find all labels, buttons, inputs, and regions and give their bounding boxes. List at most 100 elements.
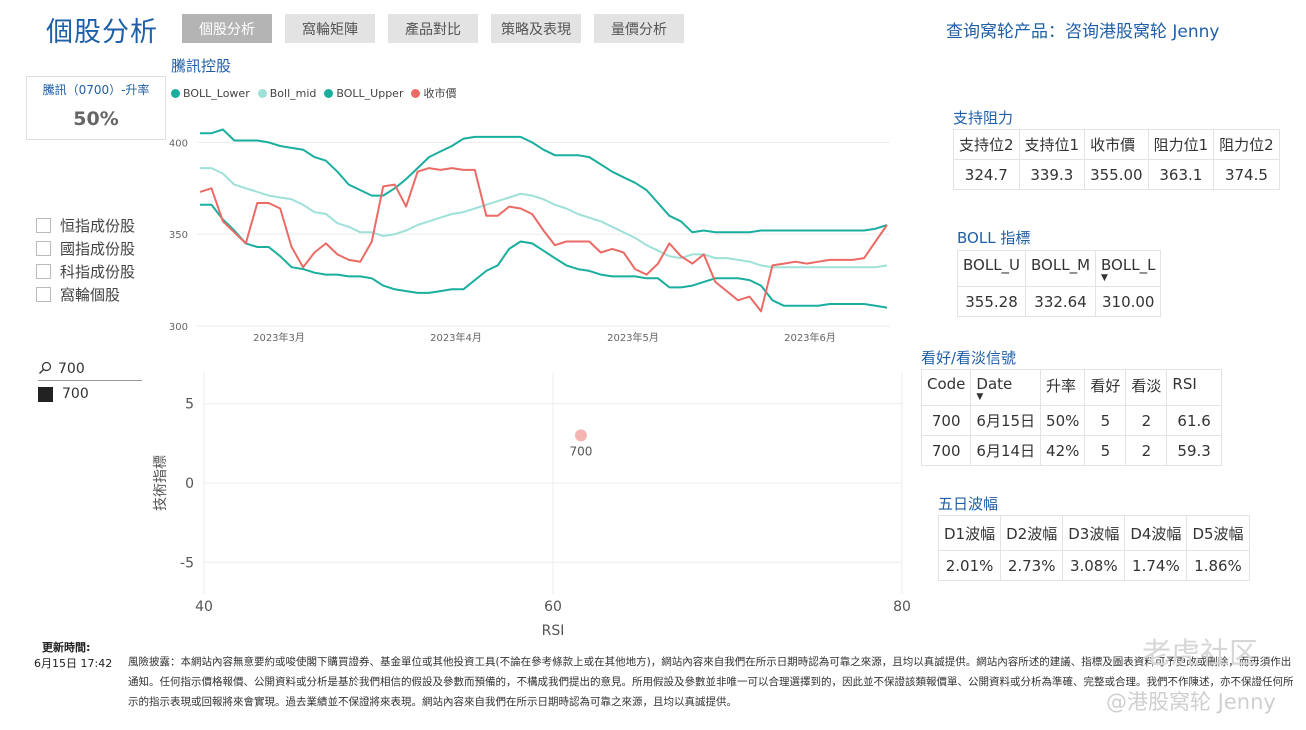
table-cell: 50% bbox=[1040, 405, 1086, 436]
legend-dot-icon bbox=[171, 88, 180, 98]
tab-warrant-matrix[interactable]: 窩輪矩陣 bbox=[285, 14, 375, 43]
support-resistance-table: 支持位2 支持位1 收市價 阻力位1 阻力位2 324.7 339.3 355.… bbox=[953, 129, 1280, 190]
tab-stock-analysis[interactable]: 個股分析 bbox=[182, 14, 272, 43]
boll-title: BOLL 指標 bbox=[957, 229, 1031, 247]
y-tick-label: 300 bbox=[169, 322, 188, 333]
table-cell: 61.6 bbox=[1166, 405, 1222, 436]
legend-label: 收市價 bbox=[423, 87, 457, 100]
table-header: Date bbox=[976, 375, 1013, 393]
table-header: BOLL_L bbox=[1101, 256, 1156, 274]
table-cell: 700 bbox=[920, 435, 972, 466]
search-input[interactable]: 700 bbox=[38, 361, 142, 381]
legend-label: BOLL_Lower bbox=[183, 86, 250, 100]
tab-strategy[interactable]: 策略及表現 bbox=[491, 14, 581, 43]
table-row: 2.01% 2.73% 3.08% 1.74% 1.86% bbox=[937, 550, 1250, 581]
legend-item[interactable]: BOLL_Upper bbox=[324, 85, 403, 101]
chart-title: 騰訊控股 bbox=[171, 57, 232, 75]
chart-legend: BOLL_Lower Boll_mid BOLL_Upper 收市價 bbox=[171, 85, 456, 101]
filter-warrant-stocks[interactable]: 窩輪個股 bbox=[36, 283, 135, 306]
signals-table: Code Date ▼ 升率 看好 看淡 RSI 700 6月15日 50% 5 … bbox=[920, 369, 1222, 466]
table-row: 700 6月15日 50% 5 2 61.6 bbox=[920, 405, 1222, 436]
table-row: 355.28 332.64 310.00 bbox=[956, 286, 1162, 317]
table-cell: 1.74% bbox=[1124, 550, 1188, 581]
table-cell: 363.1 bbox=[1147, 159, 1215, 190]
table-cell: 2.73% bbox=[1000, 550, 1064, 581]
sort-down-icon[interactable]: ▼ bbox=[976, 393, 1035, 402]
legend-label: BOLL_Upper bbox=[336, 86, 404, 100]
checkbox-icon[interactable] bbox=[36, 241, 51, 256]
update-time-value: 6月15日 17:42 bbox=[34, 657, 113, 670]
index-filter: 恒指成份股 國指成份股 科指成份股 窩輪個股 bbox=[36, 214, 135, 306]
card-value: 50% bbox=[73, 108, 119, 130]
table-cell: 5 bbox=[1084, 435, 1127, 466]
data-label: 700 bbox=[569, 444, 592, 458]
table-cell: 42% bbox=[1040, 435, 1086, 466]
x-tick-label: 2023年3月 bbox=[253, 331, 305, 344]
table-cell: 2 bbox=[1125, 405, 1168, 436]
table-header: BOLL_U bbox=[956, 250, 1027, 287]
table-cell: 1.86% bbox=[1186, 550, 1250, 581]
checkbox-icon[interactable] bbox=[36, 287, 51, 302]
table-cell: 355.00 bbox=[1084, 159, 1149, 190]
search-result-label: 700 bbox=[62, 386, 89, 402]
table-cell: 324.7 bbox=[953, 159, 1020, 190]
x-tick-label: 40 bbox=[195, 599, 213, 615]
boll-line-chart: 300 350 400 2023年3月 2023年4月 2023年5月 2023年6月 bbox=[169, 128, 890, 344]
table-cell: 2 bbox=[1125, 435, 1168, 466]
x-tick-label: 80 bbox=[893, 599, 911, 615]
legend-dot-icon bbox=[324, 88, 334, 98]
legend-label: Boll_mid bbox=[269, 86, 317, 100]
series-line bbox=[199, 167, 888, 313]
table-header: D1波幅 bbox=[937, 515, 1002, 551]
table-header: Code bbox=[920, 369, 972, 406]
sort-down-icon[interactable]: ▼ bbox=[1101, 274, 1155, 283]
volatility-table: D1波幅 D2波幅 D3波幅 D4波幅 D5波幅 2.01% 2.73% 3.0… bbox=[937, 515, 1250, 581]
watermark-logo: 老虎社区 bbox=[1142, 636, 1259, 670]
search-result-item[interactable]: 700 bbox=[38, 386, 89, 402]
checkbox-icon[interactable] bbox=[36, 218, 51, 233]
tab-bar: 個股分析 窩輪矩陣 產品對比 策略及表現 量價分析 bbox=[182, 14, 684, 43]
x-tick-label: 2023年4月 bbox=[430, 331, 482, 344]
inquiry-link[interactable]: 查询窝轮产品：咨询港股窝轮 Jenny bbox=[946, 17, 1220, 42]
checkbox-icon[interactable] bbox=[36, 264, 51, 279]
legend-item[interactable]: Boll_mid bbox=[257, 85, 317, 101]
y-tick-label: 400 bbox=[169, 138, 188, 149]
table-cell: 3.08% bbox=[1062, 550, 1126, 581]
table-header: 阻力位1 bbox=[1147, 129, 1215, 160]
filter-label: 恒指成份股 bbox=[60, 217, 136, 235]
table-cell: 374.5 bbox=[1213, 159, 1280, 190]
series-line bbox=[200, 128, 888, 234]
filter-hscei[interactable]: 國指成份股 bbox=[36, 237, 135, 260]
selected-checkbox-icon[interactable] bbox=[38, 386, 53, 402]
table-cell: 2.01% bbox=[937, 550, 1002, 581]
legend-item[interactable]: 收市價 bbox=[411, 85, 456, 101]
table-header: 支持位2 bbox=[953, 129, 1020, 160]
table-header-row: 支持位2 支持位1 收市價 阻力位1 阻力位2 bbox=[953, 129, 1280, 160]
rise-rate-card: 騰訊（0700）-升率 50% bbox=[26, 76, 166, 140]
table-header-row: D1波幅 D2波幅 D3波幅 D4波幅 D5波幅 bbox=[937, 515, 1250, 551]
table-row: 324.7 339.3 355.00 363.1 374.5 bbox=[953, 159, 1280, 190]
filter-hstech[interactable]: 科指成份股 bbox=[36, 260, 135, 283]
table-cell: 59.3 bbox=[1166, 435, 1222, 466]
table-row: 700 6月14日 42% 5 2 59.3 bbox=[920, 435, 1222, 466]
filter-hsi[interactable]: 恒指成份股 bbox=[36, 214, 135, 237]
volatility-title: 五日波幅 bbox=[938, 495, 999, 513]
table-header: BOLL_M bbox=[1025, 250, 1097, 287]
y-axis-label: 技術指標 bbox=[153, 455, 169, 511]
tab-volume-price[interactable]: 量價分析 bbox=[594, 14, 684, 43]
y-tick-label: 350 bbox=[169, 230, 188, 241]
table-cell: 6月14日 bbox=[970, 435, 1042, 466]
signals-title: 看好/看淡信號 bbox=[921, 349, 1017, 367]
table-header-sorted[interactable]: Date ▼ bbox=[970, 369, 1042, 406]
y-tick-label: -5 bbox=[180, 555, 194, 571]
legend-item[interactable]: BOLL_Lower bbox=[171, 85, 250, 101]
table-header: 看好 bbox=[1084, 369, 1127, 406]
table-header-row: Code Date ▼ 升率 看好 看淡 RSI bbox=[920, 369, 1222, 406]
table-header: D2波幅 bbox=[1000, 515, 1064, 551]
table-header-sorted[interactable]: BOLL_L ▼ bbox=[1095, 250, 1162, 287]
rsi-scatter-chart: -5 0 5 40 60 80 RSI 技術指標 700 bbox=[153, 372, 911, 639]
table-header: RSI bbox=[1166, 369, 1222, 406]
tab-product-compare[interactable]: 產品對比 bbox=[388, 14, 478, 43]
table-header: 阻力位2 bbox=[1213, 129, 1280, 160]
boll-table: BOLL_U BOLL_M BOLL_L ▼ 355.28 332.64 310.… bbox=[956, 250, 1162, 317]
